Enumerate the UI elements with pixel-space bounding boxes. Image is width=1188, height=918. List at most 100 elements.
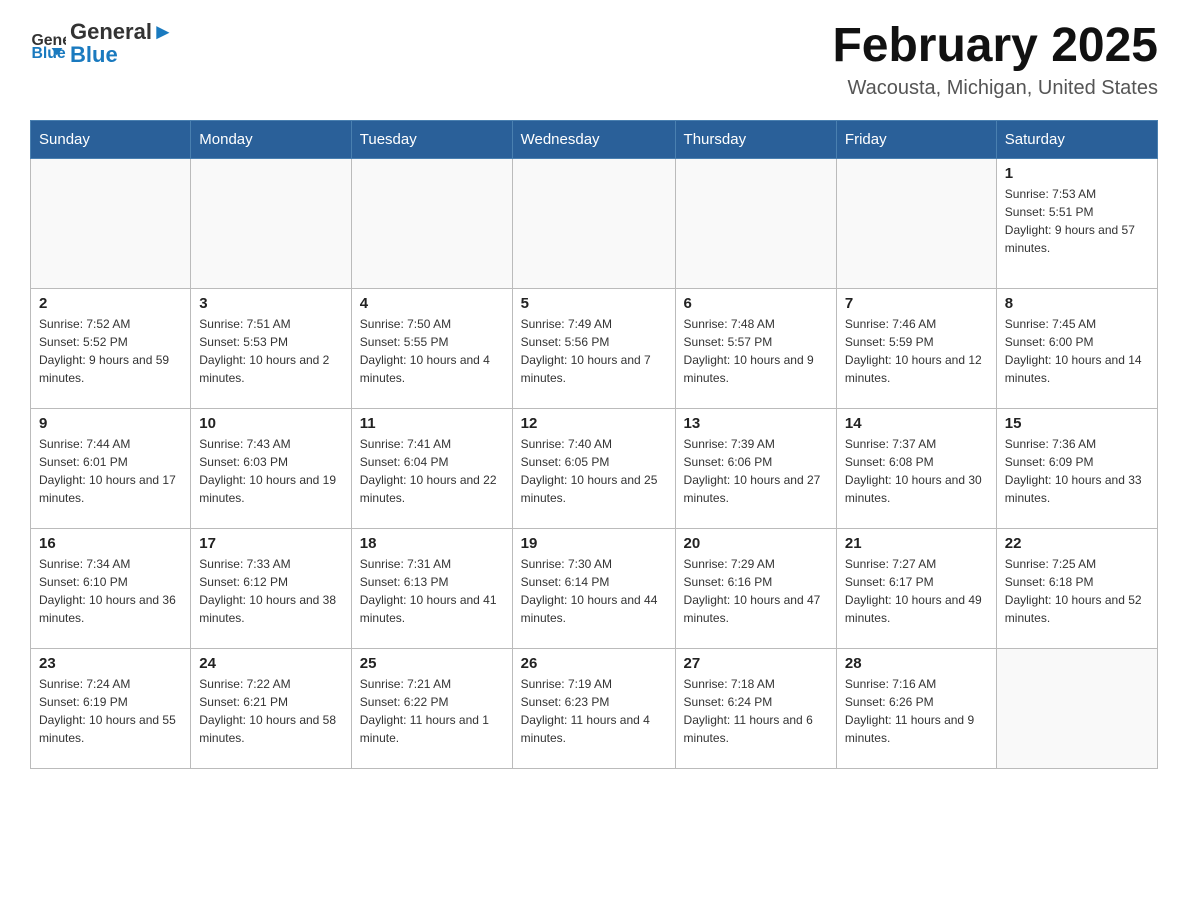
day-info: Sunrise: 7:37 AM Sunset: 6:08 PM Dayligh… [845, 435, 988, 507]
day-number: 23 [39, 655, 182, 672]
day-info: Sunrise: 7:24 AM Sunset: 6:19 PM Dayligh… [39, 675, 182, 747]
day-info: Sunrise: 7:22 AM Sunset: 6:21 PM Dayligh… [199, 675, 343, 747]
calendar-cell: 7 Sunrise: 7:46 AM Sunset: 5:59 PM Daylig… [836, 288, 996, 408]
day-number: 15 [1005, 415, 1149, 432]
calendar-cell [31, 158, 191, 288]
calendar-cell: 1Sunrise: 7:53 AM Sunset: 5:51 PM Daylig… [996, 158, 1157, 288]
day-number: 25 [360, 655, 504, 672]
col-sunday: Sunday [31, 120, 191, 158]
day-number: 13 [684, 415, 828, 432]
day-info: Sunrise: 7:39 AM Sunset: 6:06 PM Dayligh… [684, 435, 828, 507]
day-info: Sunrise: 7:50 AM Sunset: 5:55 PM Dayligh… [360, 315, 504, 387]
calendar-cell: 8 Sunrise: 7:45 AM Sunset: 6:00 PM Daylig… [996, 288, 1157, 408]
logo-general-text: General [70, 19, 152, 44]
day-number: 20 [684, 535, 828, 552]
day-info: Sunrise: 7:18 AM Sunset: 6:24 PM Dayligh… [684, 675, 828, 747]
col-tuesday: Tuesday [351, 120, 512, 158]
calendar-cell: 11 Sunrise: 7:41 AM Sunset: 6:04 PM Dayli… [351, 408, 512, 528]
calendar-cell: 28 Sunrise: 7:16 AM Sunset: 6:26 PM Dayli… [836, 648, 996, 768]
calendar-table: Sunday Monday Tuesday Wednesday Thursday… [30, 120, 1158, 769]
calendar-cell: 5Sunrise: 7:49 AM Sunset: 5:56 PM Daylig… [512, 288, 675, 408]
logo-blue-text: Blue [70, 44, 174, 66]
logo-icon-arrow: ► [152, 19, 174, 44]
col-wednesday: Wednesday [512, 120, 675, 158]
week-row-3: 9 Sunrise: 7:44 AM Sunset: 6:01 PM Daylig… [31, 408, 1158, 528]
day-info: Sunrise: 7:36 AM Sunset: 6:09 PM Dayligh… [1005, 435, 1149, 507]
logo-icon: General Blue [30, 25, 66, 61]
day-number: 7 [845, 295, 988, 312]
day-info: Sunrise: 7:21 AM Sunset: 6:22 PM Dayligh… [360, 675, 504, 747]
day-number: 2 [39, 295, 182, 312]
day-info: Sunrise: 7:29 AM Sunset: 6:16 PM Dayligh… [684, 555, 828, 627]
calendar-cell: 25 Sunrise: 7:21 AM Sunset: 6:22 PM Dayli… [351, 648, 512, 768]
day-number: 19 [521, 535, 667, 552]
calendar-cell [351, 158, 512, 288]
day-number: 10 [199, 415, 343, 432]
day-number: 8 [1005, 295, 1149, 312]
calendar-header-row: Sunday Monday Tuesday Wednesday Thursday… [31, 120, 1158, 158]
calendar-title: February 2025 [832, 20, 1158, 73]
day-number: 16 [39, 535, 182, 552]
calendar-cell: 18 Sunrise: 7:31 AM Sunset: 6:13 PM Dayli… [351, 528, 512, 648]
page-header: General Blue General► Blue February 2025… [30, 20, 1158, 100]
day-number: 28 [845, 655, 988, 672]
day-info: Sunrise: 7:45 AM Sunset: 6:00 PM Dayligh… [1005, 315, 1149, 387]
day-number: 12 [521, 415, 667, 432]
title-block: February 2025 Wacousta, Michigan, United… [832, 20, 1158, 100]
day-number: 24 [199, 655, 343, 672]
calendar-cell [996, 648, 1157, 768]
calendar-cell: 2 Sunrise: 7:52 AM Sunset: 5:52 PM Daylig… [31, 288, 191, 408]
day-info: Sunrise: 7:53 AM Sunset: 5:51 PM Dayligh… [1005, 185, 1149, 257]
col-friday: Friday [836, 120, 996, 158]
day-info: Sunrise: 7:51 AM Sunset: 5:53 PM Dayligh… [199, 315, 343, 387]
calendar-cell: 16 Sunrise: 7:34 AM Sunset: 6:10 PM Dayli… [31, 528, 191, 648]
calendar-cell: 17Sunrise: 7:33 AM Sunset: 6:12 PM Dayli… [191, 528, 352, 648]
day-number: 4 [360, 295, 504, 312]
day-info: Sunrise: 7:16 AM Sunset: 6:26 PM Dayligh… [845, 675, 988, 747]
day-info: Sunrise: 7:19 AM Sunset: 6:23 PM Dayligh… [521, 675, 667, 747]
calendar-cell [675, 158, 836, 288]
day-info: Sunrise: 7:40 AM Sunset: 6:05 PM Dayligh… [521, 435, 667, 507]
week-row-4: 16 Sunrise: 7:34 AM Sunset: 6:10 PM Dayli… [31, 528, 1158, 648]
day-number: 21 [845, 535, 988, 552]
day-info: Sunrise: 7:44 AM Sunset: 6:01 PM Dayligh… [39, 435, 182, 507]
day-number: 26 [521, 655, 667, 672]
day-number: 3 [199, 295, 343, 312]
day-number: 27 [684, 655, 828, 672]
week-row-2: 2 Sunrise: 7:52 AM Sunset: 5:52 PM Daylig… [31, 288, 1158, 408]
day-info: Sunrise: 7:33 AM Sunset: 6:12 PM Dayligh… [199, 555, 343, 627]
day-info: Sunrise: 7:25 AM Sunset: 6:18 PM Dayligh… [1005, 555, 1149, 627]
calendar-subtitle: Wacousta, Michigan, United States [832, 77, 1158, 100]
day-info: Sunrise: 7:41 AM Sunset: 6:04 PM Dayligh… [360, 435, 504, 507]
calendar-cell: 4 Sunrise: 7:50 AM Sunset: 5:55 PM Daylig… [351, 288, 512, 408]
logo: General Blue General► Blue [30, 20, 174, 66]
calendar-cell: 24 Sunrise: 7:22 AM Sunset: 6:21 PM Dayli… [191, 648, 352, 768]
calendar-cell: 15 Sunrise: 7:36 AM Sunset: 6:09 PM Dayli… [996, 408, 1157, 528]
calendar-cell: 27 Sunrise: 7:18 AM Sunset: 6:24 PM Dayli… [675, 648, 836, 768]
col-saturday: Saturday [996, 120, 1157, 158]
day-number: 11 [360, 415, 504, 432]
day-number: 22 [1005, 535, 1149, 552]
week-row-5: 23 Sunrise: 7:24 AM Sunset: 6:19 PM Dayli… [31, 648, 1158, 768]
week-row-1: 1Sunrise: 7:53 AM Sunset: 5:51 PM Daylig… [31, 158, 1158, 288]
day-info: Sunrise: 7:27 AM Sunset: 6:17 PM Dayligh… [845, 555, 988, 627]
day-info: Sunrise: 7:49 AM Sunset: 5:56 PM Dayligh… [521, 315, 667, 387]
calendar-cell [836, 158, 996, 288]
calendar-cell: 13 Sunrise: 7:39 AM Sunset: 6:06 PM Dayli… [675, 408, 836, 528]
col-thursday: Thursday [675, 120, 836, 158]
day-info: Sunrise: 7:34 AM Sunset: 6:10 PM Dayligh… [39, 555, 182, 627]
day-info: Sunrise: 7:31 AM Sunset: 6:13 PM Dayligh… [360, 555, 504, 627]
calendar-cell [512, 158, 675, 288]
day-info: Sunrise: 7:46 AM Sunset: 5:59 PM Dayligh… [845, 315, 988, 387]
calendar-cell: 14 Sunrise: 7:37 AM Sunset: 6:08 PM Dayli… [836, 408, 996, 528]
day-number: 9 [39, 415, 182, 432]
col-monday: Monday [191, 120, 352, 158]
day-number: 18 [360, 535, 504, 552]
day-number: 14 [845, 415, 988, 432]
svg-text:Blue: Blue [31, 45, 65, 61]
day-info: Sunrise: 7:30 AM Sunset: 6:14 PM Dayligh… [521, 555, 667, 627]
day-info: Sunrise: 7:52 AM Sunset: 5:52 PM Dayligh… [39, 315, 182, 387]
calendar-cell: 10Sunrise: 7:43 AM Sunset: 6:03 PM Dayli… [191, 408, 352, 528]
calendar-cell: 6Sunrise: 7:48 AM Sunset: 5:57 PM Daylig… [675, 288, 836, 408]
calendar-cell: 23 Sunrise: 7:24 AM Sunset: 6:19 PM Dayli… [31, 648, 191, 768]
